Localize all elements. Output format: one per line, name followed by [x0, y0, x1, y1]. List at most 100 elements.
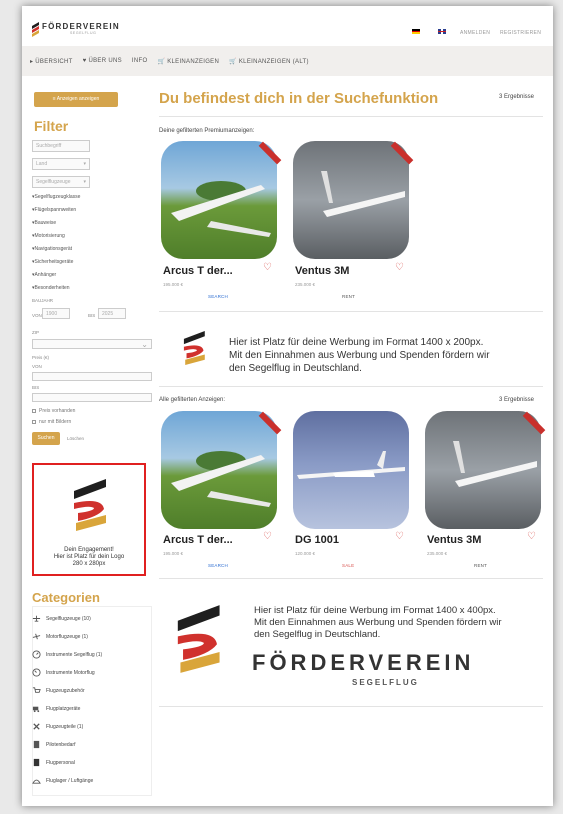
login-link[interactable]: ANMELDEN [460, 30, 490, 36]
von-label: VON [32, 313, 42, 318]
category-item[interactable]: Instrumente Motorflug [32, 668, 95, 677]
images-checkbox[interactable]: nur mit Bildern [32, 419, 71, 425]
bis-label: BIS [88, 313, 96, 318]
zip-select[interactable]: ⌄ [32, 339, 152, 349]
search-input[interactable]: Suchbegriff [32, 140, 90, 152]
listing-price: 195.000 € [163, 551, 184, 556]
land-select[interactable]: Land ▾ [32, 158, 90, 170]
listing-image[interactable] [293, 141, 409, 259]
category-item[interactable]: Flugzeugteile (1) [32, 722, 83, 731]
price-checkbox[interactable]: Preis vorhanden [32, 408, 75, 414]
result-count: 3 Ergebnisse [499, 94, 535, 100]
divider [159, 578, 543, 579]
listing-title[interactable]: DG 1001 [295, 534, 339, 546]
nav-classifieds-old[interactable]: 🛒 KLEINANZEIGEN (ALT) [229, 58, 309, 65]
page-title: Du befindest dich in der Suchefunktion [159, 90, 439, 107]
listing-title[interactable]: Arcus T der... [163, 534, 233, 546]
price-from-input[interactable] [32, 372, 152, 381]
main-nav: ▸ ÜBERSICHT ♥ ÜBER UNS INFO 🛒 KLEINANZEI… [22, 46, 553, 76]
favorite-heart-icon[interactable]: ♡ [263, 531, 272, 542]
category-item[interactable]: Flugpersonal [32, 758, 75, 767]
filter-item[interactable]: ▾Flügelspannweiten [32, 207, 76, 213]
listing-image[interactable] [161, 141, 277, 259]
flag-en-icon[interactable] [438, 29, 446, 34]
register-link[interactable]: REGISTRIEREN [500, 30, 541, 36]
filter-item[interactable]: ▾Bauweise [32, 220, 56, 226]
listing-image[interactable] [293, 411, 409, 529]
ad-banner-large-text: Hier ist Platz für deine Werbung im Form… [254, 605, 502, 640]
category-item[interactable]: Flugzeugzubehör [32, 686, 85, 695]
category-item[interactable]: Flugplatzgeräte [32, 704, 80, 713]
glider-photo [321, 171, 405, 217]
favorite-heart-icon[interactable]: ♡ [395, 262, 404, 273]
chevron-down-icon: ▾ [83, 161, 86, 167]
foerderverein-logo-icon [74, 479, 106, 531]
ad-brand-name: FÖRDERVEREIN [252, 650, 475, 675]
nav-about[interactable]: ♥ ÜBER UNS [83, 58, 122, 64]
category-item[interactable]: Pilotenbedarf [32, 740, 75, 749]
glider-icon [32, 615, 41, 622]
listing-price: 235.000 € [427, 551, 448, 556]
listing-image[interactable] [161, 411, 277, 529]
ad-caption-1: Dein Engagement! [64, 547, 114, 553]
ad-caption-3: 280 x 280px [72, 561, 106, 567]
segelflugzeuge-select[interactable]: Segelflugzeuge ▾ [32, 176, 90, 188]
nav-classifieds[interactable]: 🛒 KLEINANZEIGEN [157, 58, 219, 65]
all-ads-label: Alle gefilterten Anzeigen: [159, 397, 226, 403]
price-label: Preis (€) [32, 355, 50, 360]
glider-photo [171, 451, 271, 507]
nav-info[interactable]: INFO [132, 58, 148, 64]
divider [159, 706, 543, 707]
price-von-label: VON [32, 364, 42, 369]
cart-icon [32, 687, 41, 693]
baujahr-label: BAUJAHR [32, 298, 54, 303]
filter-item[interactable]: ▾Anhänger [32, 272, 56, 278]
flag-de-icon[interactable] [412, 29, 420, 34]
category-item[interactable]: Segelflugzeuge (10) [32, 614, 91, 623]
glider-photo [453, 441, 537, 487]
baujahr-from-input[interactable]: 1900 [42, 308, 70, 319]
listing-tag: SEARCH [208, 563, 228, 568]
filter-item[interactable]: ▾Sicherheitsgeräte [32, 259, 73, 265]
price-to-input[interactable] [32, 393, 152, 402]
filter-item[interactable]: ▾Navigationsgerät [32, 246, 72, 252]
clear-link[interactable]: Löschen [67, 436, 84, 441]
ad-banner-text: Hier ist Platz für deine Werbung im Form… [229, 337, 490, 374]
listing-tag: RENT [342, 294, 356, 299]
truck-icon [32, 706, 40, 713]
listing-title[interactable]: Ventus 3M [295, 265, 349, 277]
person-icon [33, 758, 40, 767]
ad-brand-sub: SEGELFLUG [352, 678, 419, 687]
filter-item[interactable]: ▾Motorisierung [32, 233, 65, 239]
favorite-heart-icon[interactable]: ♡ [395, 531, 404, 542]
logo-text[interactable]: FÖRDERVEREIN [42, 22, 120, 31]
listing-tag: RENT [474, 563, 488, 568]
divider [159, 386, 543, 387]
favorite-heart-icon[interactable]: ♡ [263, 262, 272, 273]
chevron-down-icon: ⌄ [141, 340, 148, 349]
glider-photo [171, 181, 271, 237]
sidebar-ad-box[interactable]: Dein Engagement! Hier ist Platz für dein… [32, 463, 146, 576]
category-item[interactable]: Fluglager / Luftgänge [32, 776, 93, 785]
listing-title[interactable]: Arcus T der... [163, 265, 233, 277]
listing-price: 195.000 € [163, 282, 184, 287]
show-ads-button[interactable]: ≡ Anzeigen anzeigen [34, 92, 118, 107]
listing-tag: SALE [342, 563, 355, 568]
listing-tag: SEARCH [208, 294, 228, 299]
page: FÖRDERVEREIN SEGELFLUG ANMELDEN REGISTRI… [22, 6, 553, 806]
nav-overview[interactable]: ▸ ÜBERSICHT [30, 58, 73, 65]
category-item[interactable]: Instrumente Segelflug (1) [32, 650, 102, 659]
baujahr-to-input[interactable]: 2025 [98, 308, 126, 319]
checkbox-icon [32, 420, 36, 424]
pilot-icon [33, 740, 40, 749]
favorite-heart-icon[interactable]: ♡ [527, 531, 536, 542]
category-item[interactable]: Motorflugzeuge (1) [32, 632, 88, 641]
listing-image[interactable] [425, 411, 541, 529]
filter-item[interactable]: ▾Besonderheiten [32, 285, 70, 291]
divider [159, 311, 543, 312]
search-button[interactable]: Suchen [32, 432, 60, 445]
filter-item[interactable]: ▾Segelflugzeugklasse [32, 194, 80, 200]
tools-icon [33, 723, 40, 730]
listing-title[interactable]: Ventus 3M [427, 534, 481, 546]
chevron-down-icon: ▾ [83, 179, 86, 185]
